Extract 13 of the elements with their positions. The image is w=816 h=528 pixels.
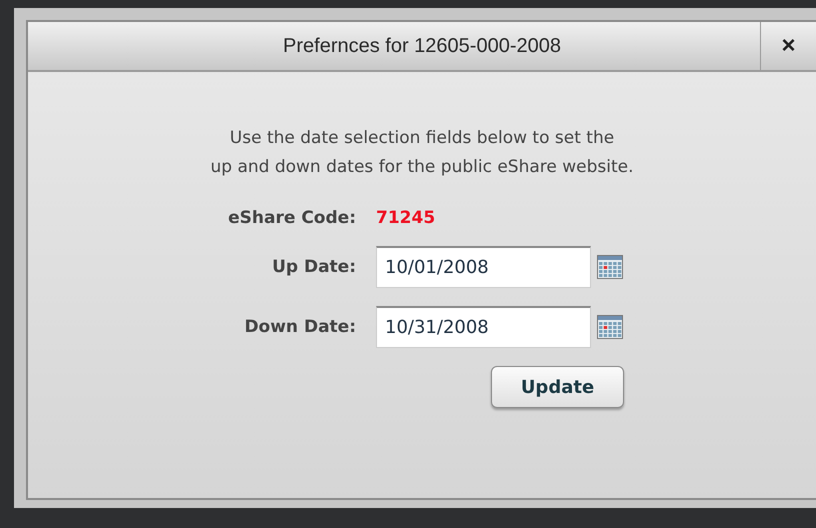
calendar-icon[interactable] [597, 255, 623, 279]
field-label: eShare Code: [228, 208, 356, 228]
instruction-text: up and down dates for the public eShare website. [210, 156, 634, 179]
close-button[interactable]: × [760, 22, 816, 70]
update-button[interactable]: Update [491, 366, 624, 408]
date-field[interactable]: 10/01/2008 [376, 246, 591, 288]
date-field[interactable]: 10/31/2008 [376, 306, 591, 348]
field-label: Up Date: [272, 257, 356, 277]
field-label: Down Date: [244, 317, 356, 337]
code-value: 71245 [376, 208, 436, 228]
instruction-text: Use the date selection fields below to set the [230, 127, 614, 150]
window-title: Prefernces for 12605-000-2008 [282, 34, 562, 58]
calendar-icon[interactable] [597, 315, 623, 339]
